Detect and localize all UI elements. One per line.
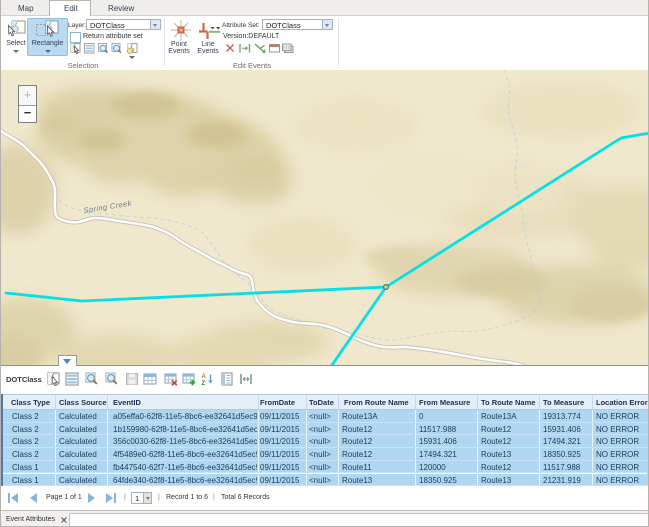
svg-text:A: A xyxy=(202,374,207,380)
svg-text:Z: Z xyxy=(202,381,206,386)
